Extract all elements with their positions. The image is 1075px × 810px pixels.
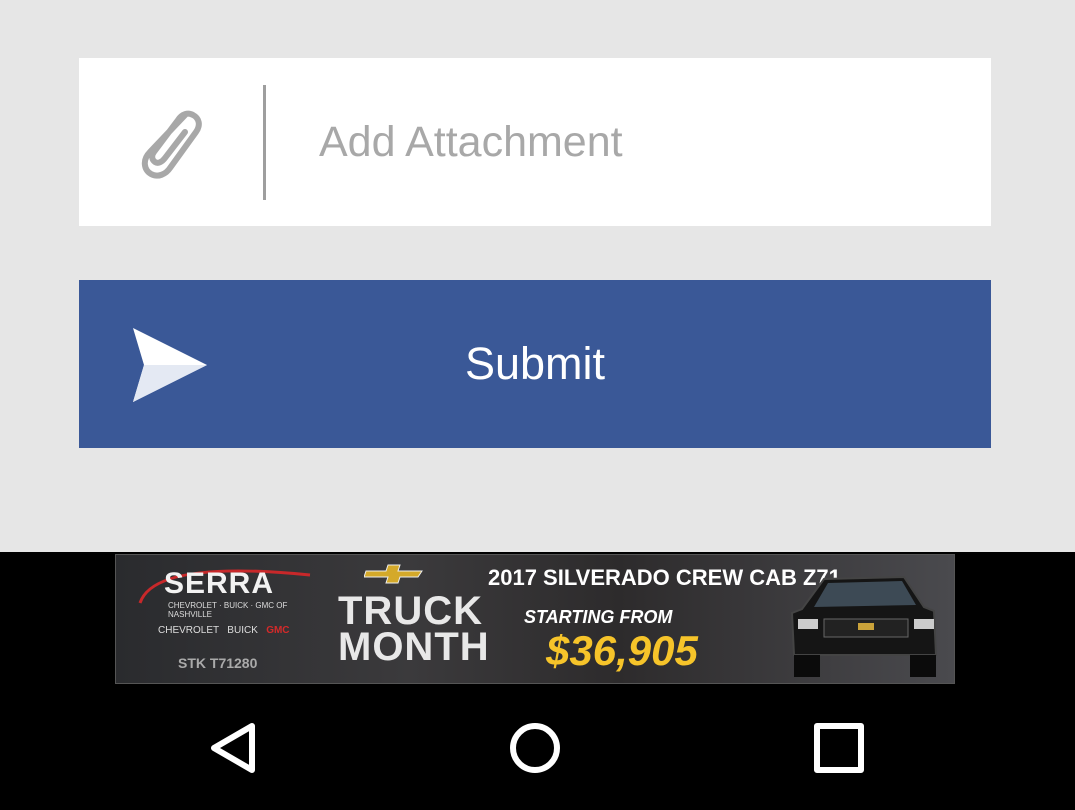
pickup-truck-image (790, 575, 938, 677)
brand-gmc: GMC (266, 625, 290, 636)
recents-square-icon[interactable] (811, 720, 867, 776)
headline-line-1: TRUCK (338, 589, 483, 633)
truck-month-headline: TRUCK MONTH (338, 589, 490, 669)
vehicle-price: $36,905 (546, 627, 698, 674)
dealer-logo-text: SERRA (164, 567, 275, 600)
submit-label: Submit (464, 338, 606, 389)
chevrolet-bowtie-icon (364, 564, 423, 584)
submit-button[interactable]: Submit (79, 280, 991, 448)
add-attachment-label: Add Attachment (319, 118, 623, 166)
dealer-subtitle: CHEVROLET · BUICK · GMC OF NASHVILLE (168, 601, 288, 619)
headline-line-2: MONTH (338, 625, 490, 669)
attachment-divider (263, 85, 266, 200)
back-triangle-icon[interactable] (206, 720, 262, 776)
brand-chevrolet: CHEVROLET (158, 625, 219, 636)
system-navigation-bar (0, 684, 1075, 810)
paperclip-icon (141, 110, 202, 179)
form-area: Add Attachment Submit (0, 0, 1075, 552)
stock-number: STK T71280 (178, 655, 258, 671)
home-circle-icon[interactable] (507, 720, 563, 776)
brand-logos: CHEVROLET BUICK GMC (158, 625, 290, 636)
ad-banner[interactable]: SERRA CHEVROLET · BUICK · GMC OF NASHVIL… (115, 554, 955, 684)
app-screen: Add Attachment Submit SERRA CHEVROLET · … (0, 0, 1075, 810)
starting-from-label: STARTING FROM (524, 607, 673, 627)
brand-buick: BUICK (227, 625, 258, 636)
add-attachment-field[interactable]: Add Attachment (79, 58, 991, 226)
